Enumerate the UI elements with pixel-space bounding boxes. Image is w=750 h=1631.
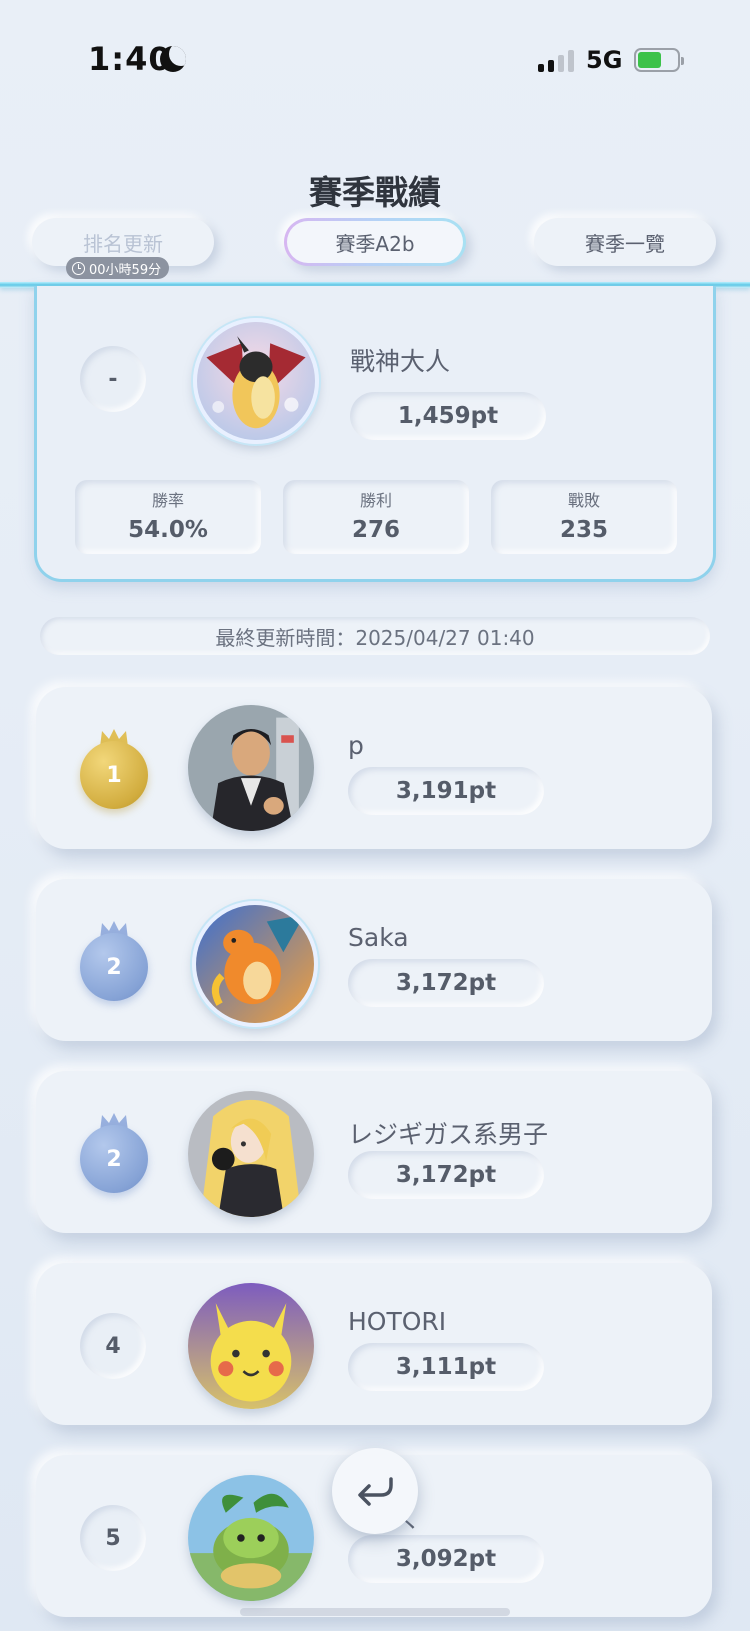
- player-points: 3,191pt: [348, 767, 544, 815]
- player-name: Saka: [348, 923, 409, 952]
- timer-text: 00小時59分: [89, 262, 162, 278]
- rank-circle: 4: [80, 1313, 146, 1379]
- season-button[interactable]: 賽季A2b: [284, 218, 466, 266]
- ranking-row[interactable]: 2 レジギガス系男子 3,172pt: [36, 1071, 712, 1233]
- stat-value: 276: [351, 517, 400, 543]
- player-points: 3,092pt: [348, 1535, 544, 1583]
- page-title: 賽季戰績: [309, 173, 441, 212]
- player-avatar: [188, 1475, 314, 1601]
- stat-label: 勝率: [151, 491, 184, 510]
- clock-icon: [72, 261, 85, 275]
- stat-wins: 勝利 276: [283, 480, 469, 554]
- player-avatar: [188, 1091, 314, 1217]
- player-points: 3,172pt: [348, 959, 544, 1007]
- player-avatar: [192, 901, 318, 1027]
- rank-number: 2: [80, 933, 148, 1001]
- last-updated: 最終更新時間：2025/04/27 01:40: [40, 617, 710, 655]
- rank-circle: 5: [80, 1505, 146, 1571]
- stat-win-rate: 勝率 54.0%: [75, 480, 261, 554]
- player-points: 3,111pt: [348, 1343, 544, 1391]
- signal-icon: [538, 50, 574, 72]
- home-indicator: [240, 1608, 510, 1616]
- ranking-row[interactable]: 4 HOTORI 3,111pt: [36, 1263, 712, 1425]
- my-name: 戰神大人: [350, 347, 451, 376]
- season-list-button[interactable]: 賽季一覽: [534, 218, 716, 266]
- stat-value: 54.0%: [128, 517, 208, 543]
- rank-number: 1: [80, 741, 148, 809]
- my-points: 1,459pt: [350, 392, 546, 440]
- player-name: HOTORI: [348, 1307, 447, 1336]
- medal-gold: 1: [80, 727, 148, 809]
- my-record-card[interactable]: - 戰神大人 1,459pt 勝率 54.0% 勝利 276 戰敗 235: [34, 286, 716, 582]
- medal-silver: 2: [80, 919, 148, 1001]
- my-avatar: [193, 318, 319, 444]
- stat-losses: 戰敗 235: [491, 480, 677, 554]
- back-button[interactable]: [332, 1448, 418, 1534]
- battery-icon: [634, 48, 684, 72]
- player-name: レジギガス系男子: [348, 1120, 549, 1149]
- ranking-row[interactable]: 1 p 3,191pt: [36, 687, 712, 849]
- moon-icon: [160, 46, 186, 72]
- my-rank: -: [80, 346, 146, 412]
- player-avatar: [188, 705, 314, 831]
- stat-label: 戰敗: [567, 491, 600, 510]
- player-points: 3,172pt: [348, 1151, 544, 1199]
- stat-value: 235: [559, 517, 608, 543]
- medal-silver: 2: [80, 1111, 148, 1193]
- return-arrow-icon: [358, 1477, 393, 1506]
- stat-label: 勝利: [359, 491, 392, 510]
- update-timer-badge: 00小時59分: [66, 257, 170, 279]
- network-label: 5G: [586, 46, 623, 74]
- rank-number: 2: [80, 1125, 148, 1193]
- player-avatar: [188, 1283, 314, 1409]
- ranking-row[interactable]: 2 Saka 3,172pt: [36, 879, 712, 1041]
- player-name: p: [348, 731, 364, 760]
